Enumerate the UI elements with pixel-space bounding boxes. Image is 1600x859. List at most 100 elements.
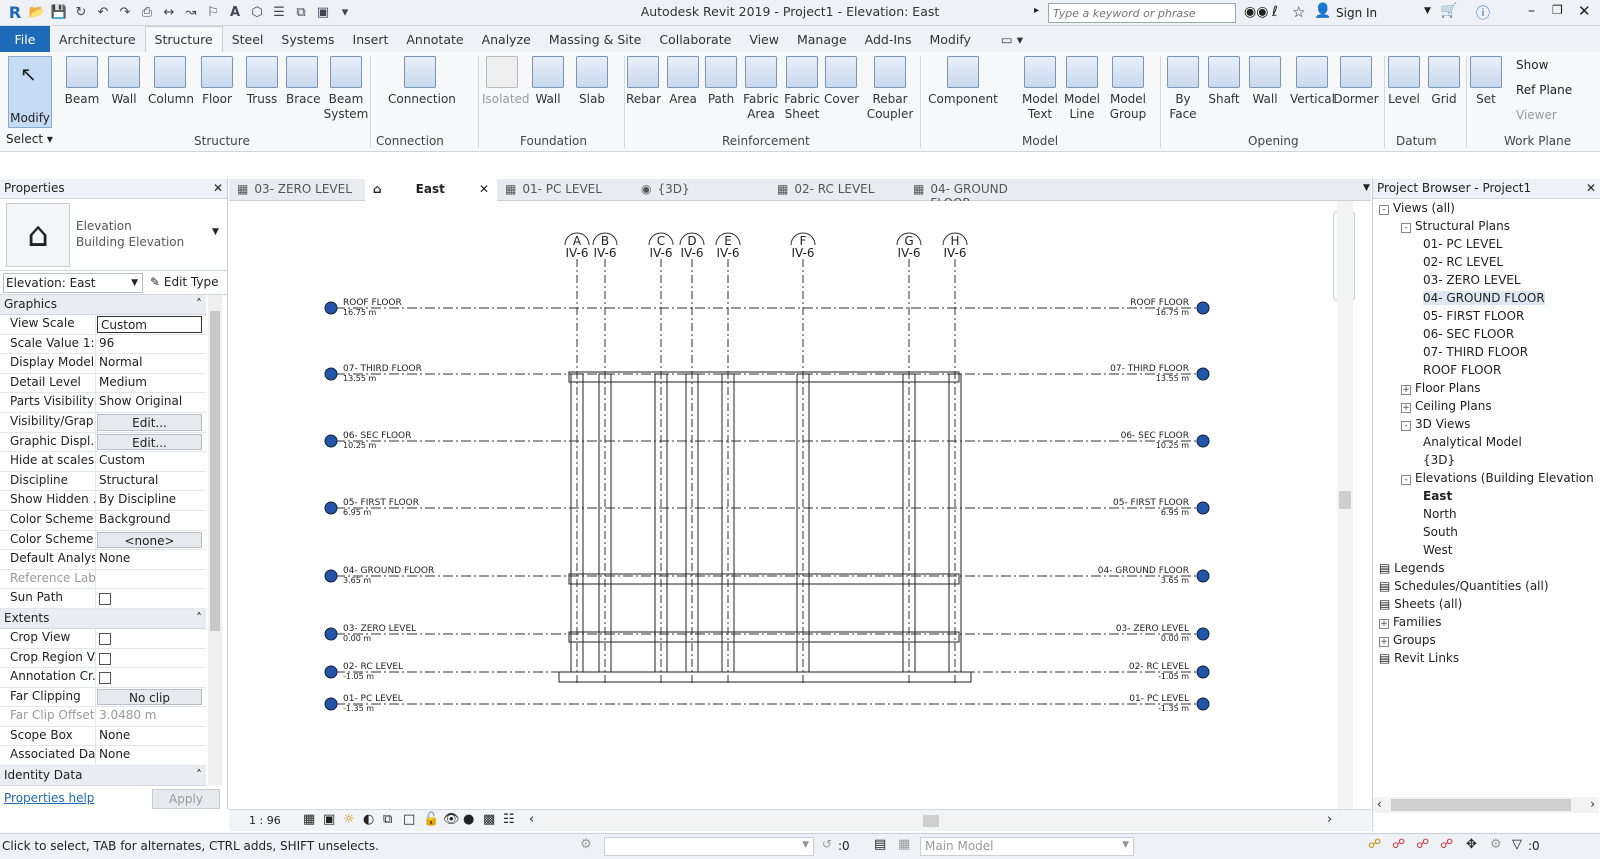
ribbon-foundation-isolated-button[interactable]: Isolated [482,56,530,107]
select-by-face-icon[interactable]: ☍ [1440,837,1453,852]
ribbon-opening-wall-button[interactable]: Wall [1248,56,1282,107]
main-model-icon[interactable]: ▦ [898,837,910,852]
expand-node-icon[interactable]: + [1401,385,1411,395]
property-checkbox[interactable] [96,629,206,648]
favorites-star-icon[interactable]: ☆ [1292,3,1305,21]
sign-in-dropdown-icon[interactable]: ▼ [1424,6,1431,16]
design-options-icon[interactable]: ▤ [874,837,886,852]
3d-view-icon[interactable]: ⬡ [246,2,268,24]
property-value[interactable]: 96 [96,335,206,354]
ribbon-reinforcement-rebar-coupler-button[interactable]: Rebar Coupler [864,56,916,122]
level-head-left-icon[interactable] [324,434,338,448]
level-name-left[interactable]: 07- THIRD FLOOR [343,364,422,374]
tree-item-sheets-all-[interactable]: ▤ Sheets (all) [1379,597,1462,611]
ribbon-structure-truss-button[interactable]: Truss [246,56,278,107]
revit-logo-icon[interactable]: R [4,2,26,24]
design-option-dropdown[interactable]: Main Model ▼ [920,837,1134,856]
panel-label-model[interactable]: Model [1022,134,1058,148]
select-pinned-icon[interactable]: ☍ [1416,837,1429,852]
level-head-right-icon[interactable] [1196,434,1210,448]
analytical-model-icon[interactable]: ☷ [503,812,515,827]
contextual-tab-dropdown-icon[interactable]: ▭ ▾ [992,26,1032,52]
property-checkbox[interactable] [96,589,206,608]
ribbon-datum-level-button[interactable]: Level [1386,56,1422,107]
property-row[interactable]: Parts Visibility Show Original [0,393,206,413]
tree-item-02-rc-level[interactable]: 02- RC LEVEL [1423,255,1503,269]
property-row[interactable]: Scale Value 1: 96 [0,334,206,355]
level-head-right-icon[interactable] [1196,569,1210,583]
property-row[interactable]: Graphic Displ... Edit... [0,432,206,453]
type-selector[interactable]: ⌂ Elevation Building Elevation ▼ [0,199,227,271]
tree-item-3d-views[interactable]: -3D Views [1401,417,1470,431]
close-hidden-icon[interactable]: ⧉ [290,2,312,24]
reveal-hidden-icon[interactable]: ● [463,812,474,827]
editable-only-icon[interactable]: ↺ [822,837,832,851]
type-dropdown-icon[interactable]: ▼ [212,227,219,237]
view-tab-04-ground-floor[interactable]: ▦ 04- GROUND FLOOR [905,179,1041,210]
drag-elements-icon[interactable]: ✥ [1466,837,1477,852]
panel-label-datum[interactable]: Datum [1396,134,1437,148]
collapse-icon[interactable]: ˄ [196,611,202,626]
level-head-left-icon[interactable] [324,697,338,711]
property-row[interactable]: Sun Path [0,589,206,609]
workplane-viewer-button[interactable]: Viewer [1516,108,1557,122]
level-head-left-icon[interactable] [324,569,338,583]
property-row[interactable]: Crop Region V... [0,648,206,669]
tab-structure[interactable]: Structure [144,26,223,52]
property-row[interactable]: Show Hidden ... By Discipline [0,491,206,511]
sun-path-icon[interactable]: ☼ [343,812,355,827]
ribbon-opening-by-face-button[interactable]: By Face [1164,56,1202,122]
tab-manage[interactable]: Manage [788,26,856,52]
property-value[interactable]: 3.0480 m [96,707,206,726]
level-head-right-icon[interactable] [1196,627,1210,641]
ribbon-reinforcement-path-button[interactable]: Path [704,56,738,107]
elevation-canvas[interactable]: ROOF FLOOR 16.75 m ROOF FLOOR 16.75 m 07- TH… [229,201,1355,809]
worksets-icon[interactable]: ⚙ [580,837,592,852]
tab-collaborate[interactable]: Collaborate [650,26,740,52]
ribbon-datum-grid-button[interactable]: Grid [1426,56,1462,107]
ribbon-opening-vertical-button[interactable]: Vertical [1290,56,1335,107]
category-identity[interactable]: Identity Data ˄ [0,766,206,787]
sync-icon[interactable]: ↻ [70,2,92,24]
level-head-left-icon[interactable] [324,301,338,315]
property-value[interactable]: By Discipline [96,491,206,510]
tree-item-revit-links[interactable]: ▤ Revit Links [1379,651,1459,665]
restore-icon[interactable]: ❐ [1552,3,1563,17]
tree-item-structural-plans[interactable]: - Structural Plans [1401,219,1510,233]
level-name-right[interactable]: 05- FIRST FLOOR [1113,498,1189,508]
tab-steel[interactable]: Steel [223,26,273,52]
subscription-icon[interactable]: ℓ [1272,4,1278,20]
scroll-left-icon[interactable]: ‹ [529,812,534,827]
switch-windows-icon[interactable]: ▣ [312,2,334,24]
collapse-node-icon[interactable]: - [1379,205,1389,215]
scroll-right-icon[interactable]: › [1327,812,1332,827]
property-value[interactable]: Structural [96,472,206,491]
level-name-left[interactable]: 05- FIRST FLOOR [343,498,419,508]
tree-item-west[interactable]: West [1423,543,1453,557]
close-properties-icon[interactable]: ✕ [213,181,223,196]
tree-item-roof-floor[interactable]: ROOF FLOOR [1423,363,1501,377]
workplane-show-button[interactable]: Show [1516,58,1548,72]
collapse-icon[interactable]: ˄ [196,768,202,783]
property-row[interactable]: Far Clipping No clip [0,687,206,708]
property-value[interactable]: Normal [96,354,206,373]
help-icon[interactable]: ⓘ [1476,3,1490,23]
background-process-icon[interactable]: ⚙ [1490,837,1502,852]
property-row[interactable]: Annotation Cr... [0,668,206,688]
level-name-left[interactable]: 03- ZERO LEVEL [343,624,416,634]
text-icon[interactable]: A [224,2,246,24]
measure-icon[interactable]: ↔ [158,2,180,24]
level-head-left-icon[interactable] [324,627,338,641]
ribbon-reinforcement-rebar-button[interactable]: Rebar [626,56,661,107]
customize-qat-icon[interactable]: ▾ [334,2,356,24]
tag-icon[interactable]: ⚐ [202,2,224,24]
level-name-right[interactable]: 06- SEC FLOOR [1121,431,1189,441]
property-row[interactable]: Far Clip Offset 3.0480 m [0,707,206,727]
shadows-icon[interactable]: ◐ [363,812,374,827]
open-icon[interactable]: 📂 [26,2,48,24]
tree-item-05-first-floor[interactable]: 05- FIRST FLOOR [1423,309,1524,323]
level-head-right-icon[interactable] [1196,501,1210,515]
property-value[interactable] [96,570,206,589]
expand-node-icon[interactable]: + [1401,403,1411,413]
tab-file[interactable]: File [0,26,50,52]
